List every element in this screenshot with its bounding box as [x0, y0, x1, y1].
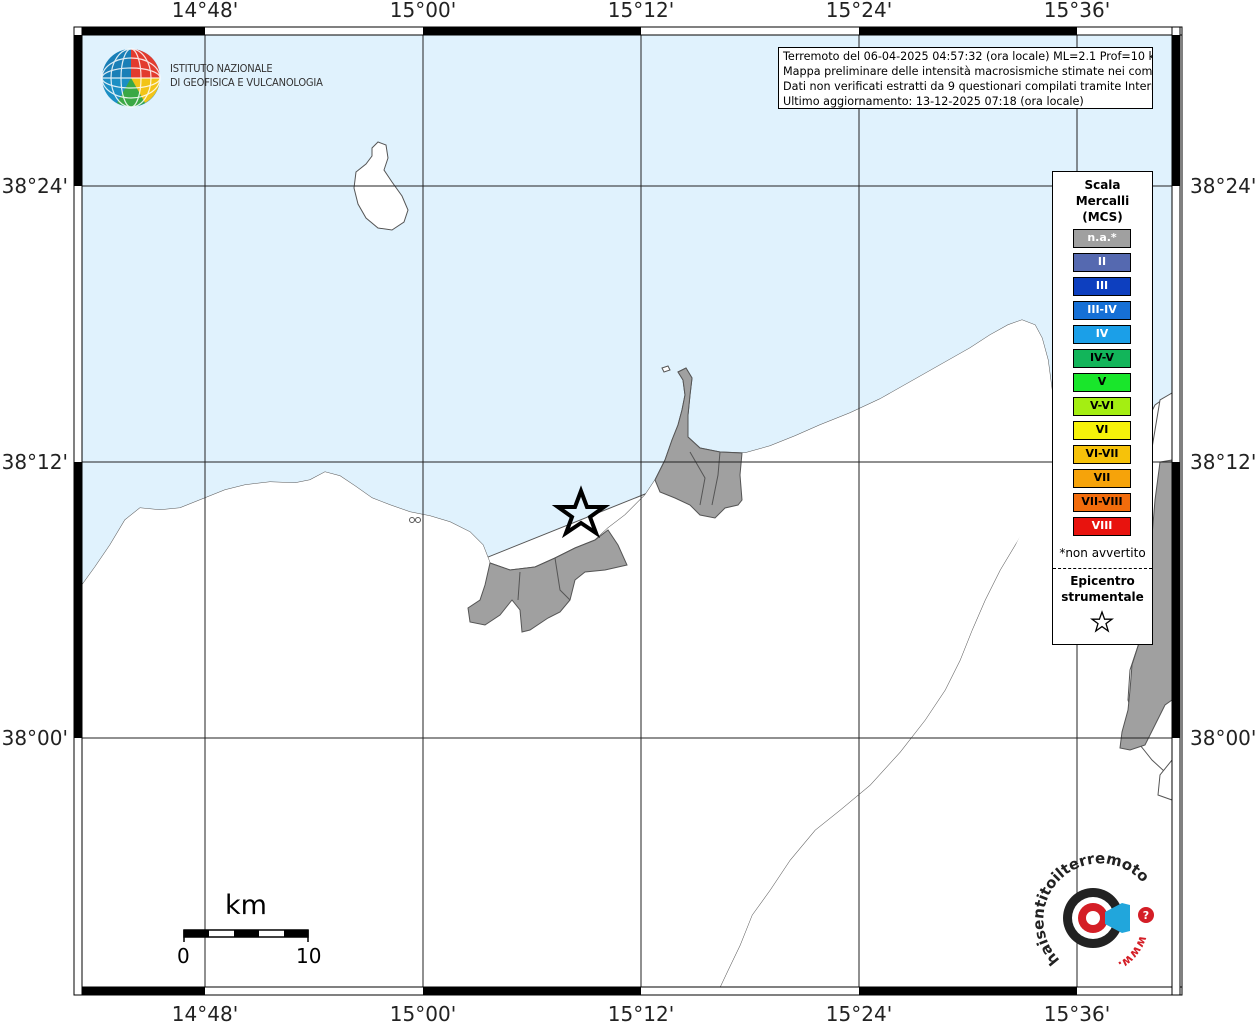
lon-label: 15°24' — [826, 0, 892, 22]
info-line2: Mappa preliminare delle intensità macros… — [783, 65, 1153, 78]
legend-swatch: IV — [1073, 325, 1131, 344]
info-line4: Ultimo aggiornamento: 13-12-2025 07:18 (… — [783, 95, 1084, 108]
lon-label: 15°00' — [390, 1002, 456, 1024]
ingv-logo-icon — [101, 48, 161, 108]
legend-epicenter-line1: Epicentro — [1070, 574, 1135, 588]
lat-label: 38°12' — [2, 450, 68, 474]
lat-label: 38°24' — [2, 174, 68, 198]
legend-not-felt-note: *non avvertito — [1059, 546, 1146, 560]
lon-label: 15°00' — [390, 0, 456, 22]
legend-swatch: n.a.* — [1073, 229, 1131, 248]
scale-max: 10 — [296, 944, 322, 968]
intensity-legend: Scala Mercalli (MCS) n.a.* II III III-IV IV I… — [1052, 171, 1153, 645]
lon-label: 15°12' — [608, 0, 674, 22]
lon-label: 14°48' — [172, 1002, 238, 1024]
legend-swatch: VII — [1073, 469, 1131, 488]
lat-label: 38°00' — [1190, 726, 1255, 750]
info-line1: Terremoto del 06-04-2025 04:57:32 (ora l… — [783, 50, 1153, 63]
svg-text:?: ? — [1143, 909, 1149, 922]
legend-swatch: II — [1073, 253, 1131, 272]
lat-label: 38°12' — [1190, 450, 1255, 474]
legend-swatch: III — [1073, 277, 1131, 296]
legend-swatch: III-IV — [1073, 301, 1131, 320]
institute-line1: ISTITUTO NAZIONALE — [170, 62, 273, 75]
earthquake-info-box: Terremoto del 06-04-2025 04:57:32 (ora l… — [778, 47, 1153, 109]
scale-min: 0 — [177, 944, 190, 968]
lon-label: 15°36' — [1044, 0, 1110, 22]
lon-label: 15°36' — [1044, 1002, 1110, 1024]
legend-title: Scala Mercalli (MCS) — [1053, 177, 1152, 225]
lon-label: 15°24' — [826, 1002, 892, 1024]
legend-swatch: VI-VII — [1073, 445, 1131, 464]
legend-star-icon — [1090, 610, 1114, 633]
legend-swatch: IV-V — [1073, 349, 1131, 368]
legend-title-line3: (MCS) — [1082, 210, 1123, 224]
legend-title-line2: Mercalli — [1075, 194, 1130, 208]
legend-swatch: VI — [1073, 421, 1131, 440]
legend-epicenter-label: Epicentro strumentale — [1053, 573, 1152, 605]
islet — [409, 517, 415, 523]
lon-label: 15°12' — [608, 1002, 674, 1024]
legend-swatch: VII-VIII — [1073, 493, 1131, 512]
legend-swatch: VIII — [1073, 517, 1131, 536]
legend-epicenter-line2: strumentale — [1061, 590, 1144, 604]
lat-label: 38°00' — [2, 726, 68, 750]
legend-swatch: V-VI — [1073, 397, 1131, 416]
legend-title-line1: Scala — [1084, 178, 1121, 192]
islet — [415, 517, 421, 523]
lon-label: 14°48' — [172, 0, 238, 22]
info-line3: Dati non verificati estratti da 9 questi… — [783, 80, 1153, 93]
scale-unit: km — [225, 890, 267, 921]
legend-divider — [1053, 568, 1152, 569]
institute-line2: DI GEOFISICA E VULCANOLOGIA — [170, 76, 323, 89]
legend-swatches: n.a.* II III III-IV IV IV-V V V-VI VI VI-VII VII VI… — [1073, 229, 1131, 541]
institute-name: ISTITUTO NAZIONALE DI GEOFISICA E VULCAN… — [170, 62, 323, 90]
lat-label: 38°24' — [1190, 174, 1255, 198]
legend-swatch: V — [1073, 373, 1131, 392]
